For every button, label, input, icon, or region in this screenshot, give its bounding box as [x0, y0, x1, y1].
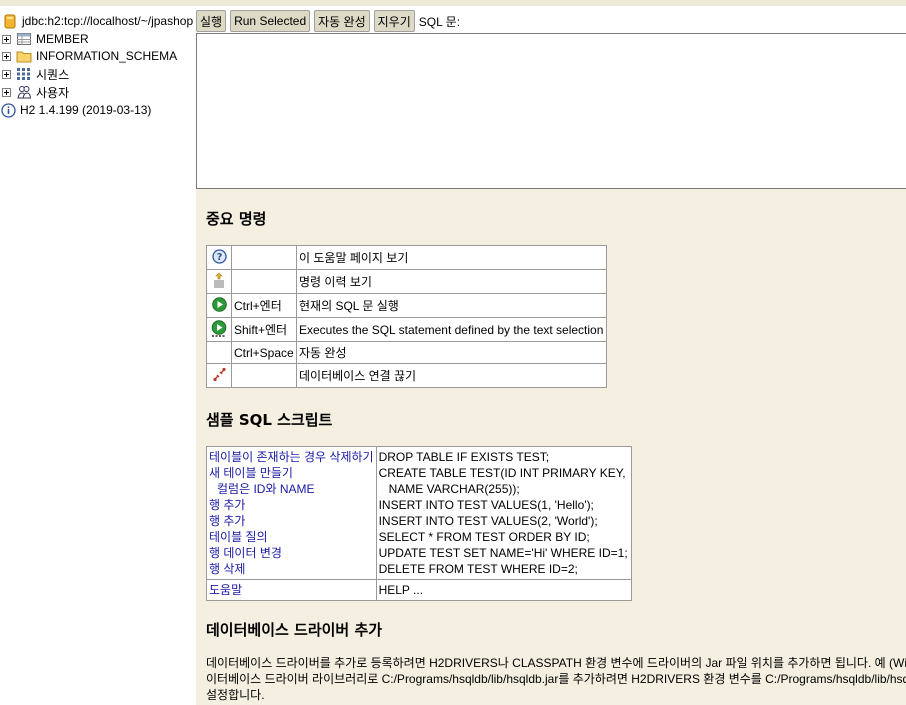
- help-code-cell: HELP ...: [375, 579, 632, 601]
- sample-code-line: INSERT INTO TEST VALUES(1, 'Hello');: [378, 498, 594, 512]
- description-cell: 데이터베이스 연결 끊기: [296, 363, 607, 388]
- run-icon[interactable]: [206, 293, 232, 318]
- driver-text-line: 설정합니다.: [206, 688, 265, 702]
- expand-icon[interactable]: [2, 87, 11, 97]
- driver-text-line: 데이터베이스 드라이버를 추가로 등록하려면 H2DRIVERS나 CLASSP…: [206, 656, 906, 670]
- commands-table: ? 이 도움말 페이지 보기 명령 이력 보기 Ctrl+엔터 현재의 SQL …: [206, 245, 607, 388]
- folder-icon: [16, 49, 32, 63]
- run-selected-button[interactable]: Run Selected: [230, 10, 311, 32]
- svg-text:?: ?: [216, 252, 222, 263]
- sample-code-line: SELECT * FROM TEST ORDER BY ID;: [378, 530, 590, 544]
- sample-code-line: DROP TABLE IF EXISTS TEST;: [378, 450, 550, 464]
- sample-link[interactable]: 행 데이터 변경: [209, 545, 374, 561]
- expand-icon[interactable]: [2, 69, 11, 79]
- sample-link[interactable]: 새 테이블 만들기: [209, 465, 374, 481]
- tree-connection[interactable]: jdbc:h2:tcp://localhost/~/jpashop: [0, 12, 193, 30]
- table-row: Ctrl+Space 자동 완성: [206, 341, 607, 364]
- run-button[interactable]: 실행: [196, 10, 227, 32]
- description-cell: 이 도움말 페이지 보기: [296, 245, 607, 270]
- description-cell: 명령 이력 보기: [296, 269, 607, 294]
- tree-item-member[interactable]: MEMBER: [0, 30, 89, 48]
- sample-code-line: CREATE TABLE TEST(ID INT PRIMARY KEY,: [378, 466, 626, 480]
- tree-item-label: MEMBER: [36, 32, 89, 46]
- sample-sql-table: 테이블이 존재하는 경우 삭제하기 새 테이블 만들기 컬럼은 ID와 NAME…: [206, 446, 632, 601]
- driver-heading: 데이터베이스 드라이버 추가: [206, 621, 383, 639]
- table-row: 명령 이력 보기: [206, 269, 607, 294]
- info-icon: [0, 102, 16, 118]
- sample-code-line: UPDATE TEST SET NAME='Hi' WHERE ID=1;: [378, 546, 628, 560]
- help-icon[interactable]: ?: [206, 245, 232, 270]
- object-tree: jdbc:h2:tcp://localhost/~/jpashop MEMBER…: [0, 10, 195, 705]
- shortcut-cell: Ctrl+엔터: [231, 293, 297, 318]
- sql-statement-label: SQL 문:: [418, 14, 461, 29]
- shortcut-cell: [231, 269, 297, 294]
- top-frame-border: [0, 0, 906, 6]
- tree-item-label: INFORMATION_SCHEMA: [36, 49, 178, 63]
- description-cell: 현재의 SQL 문 실행: [296, 293, 607, 318]
- sample-link[interactable]: 테이블이 존재하는 경우 삭제하기: [209, 449, 374, 465]
- shortcut-cell: Ctrl+Space: [231, 341, 297, 364]
- shortcut-cell: [231, 245, 297, 270]
- sample-link[interactable]: 행 추가: [209, 513, 374, 529]
- tree-item-label: 시퀀스: [36, 67, 70, 82]
- table-row: 도움말 HELP ...: [206, 579, 632, 601]
- auto-complete-button[interactable]: 자동 완성: [314, 10, 370, 32]
- table-row: ? 이 도움말 페이지 보기: [206, 245, 607, 270]
- sample-code-line: INSERT INTO TEST VALUES(2, 'World');: [378, 514, 598, 528]
- table-row: Shift+엔터 Executes the SQL statement defi…: [206, 317, 607, 342]
- shortcut-cell: [231, 363, 297, 388]
- sample-link[interactable]: 행 삭제: [209, 561, 374, 577]
- sequence-icon: [16, 67, 32, 81]
- help-code: HELP ...: [378, 583, 424, 597]
- shortcut-cell: Shift+엔터: [231, 317, 297, 342]
- description-cell: 자동 완성: [296, 341, 607, 364]
- clear-button[interactable]: 지우기: [373, 10, 415, 32]
- expand-icon[interactable]: [2, 51, 11, 61]
- sample-sql-heading: 샘플 SQL 스크립트: [206, 411, 333, 429]
- table-row: 테이블이 존재하는 경우 삭제하기 새 테이블 만들기 컬럼은 ID와 NAME…: [206, 446, 632, 580]
- sample-link[interactable]: 테이블 질의: [209, 529, 374, 545]
- sql-toolbar: 실행 Run Selected 자동 완성 지우기 SQL 문:: [196, 10, 460, 32]
- tree-item-sequences[interactable]: 시퀀스: [0, 65, 69, 83]
- sample-links-cell: 테이블이 존재하는 경우 삭제하기 새 테이블 만들기 컬럼은 ID와 NAME…: [206, 446, 377, 580]
- users-icon: [16, 85, 32, 99]
- driver-text-line: 이터베이스 드라이버 라이브러리로 C:/Programs/hsqldb/lib…: [206, 672, 906, 686]
- empty-icon-cell: [206, 341, 232, 364]
- table-row: 데이터베이스 연결 끊기: [206, 363, 607, 388]
- tree-item-label: 사용자: [36, 85, 70, 100]
- sample-code-cell: DROP TABLE IF EXISTS TEST; CREATE TABLE …: [375, 446, 632, 580]
- sample-link[interactable]: 컬럼은 ID와 NAME: [209, 481, 374, 497]
- run-selected-icon[interactable]: [206, 317, 232, 342]
- tree-item-users[interactable]: 사용자: [0, 83, 69, 101]
- sample-code-line: DELETE FROM TEST WHERE ID=2;: [378, 562, 578, 576]
- table-row: Ctrl+엔터 현재의 SQL 문 실행: [206, 293, 607, 318]
- connection-url: jdbc:h2:tcp://localhost/~/jpashop: [22, 14, 194, 28]
- history-icon[interactable]: [206, 269, 232, 294]
- tree-item-information-schema[interactable]: INFORMATION_SCHEMA: [0, 47, 177, 65]
- description-cell: Executes the SQL statement defined by th…: [296, 317, 607, 342]
- sql-input[interactable]: [196, 33, 906, 189]
- help-link-cell: 도움말: [206, 579, 377, 601]
- help-link[interactable]: 도움말: [209, 582, 374, 598]
- help-panel: 중요 명령 ? 이 도움말 페이지 보기 명령 이력 보기 Ctrl+엔터 현재…: [196, 189, 906, 705]
- sample-code-line: NAME VARCHAR(255));: [378, 482, 520, 496]
- important-commands-heading: 중요 명령: [206, 210, 267, 228]
- driver-description: 데이터베이스 드라이버를 추가로 등록하려면 H2DRIVERS나 CLASSP…: [206, 655, 906, 703]
- sample-link[interactable]: 행 추가: [209, 497, 374, 513]
- version-label: H2 1.4.199 (2019-03-13): [20, 103, 152, 117]
- expand-icon[interactable]: [2, 34, 11, 44]
- disconnect-icon[interactable]: [206, 363, 232, 388]
- database-icon: [2, 14, 18, 28]
- table-icon: [16, 32, 32, 46]
- tree-version: H2 1.4.199 (2019-03-13): [0, 101, 151, 119]
